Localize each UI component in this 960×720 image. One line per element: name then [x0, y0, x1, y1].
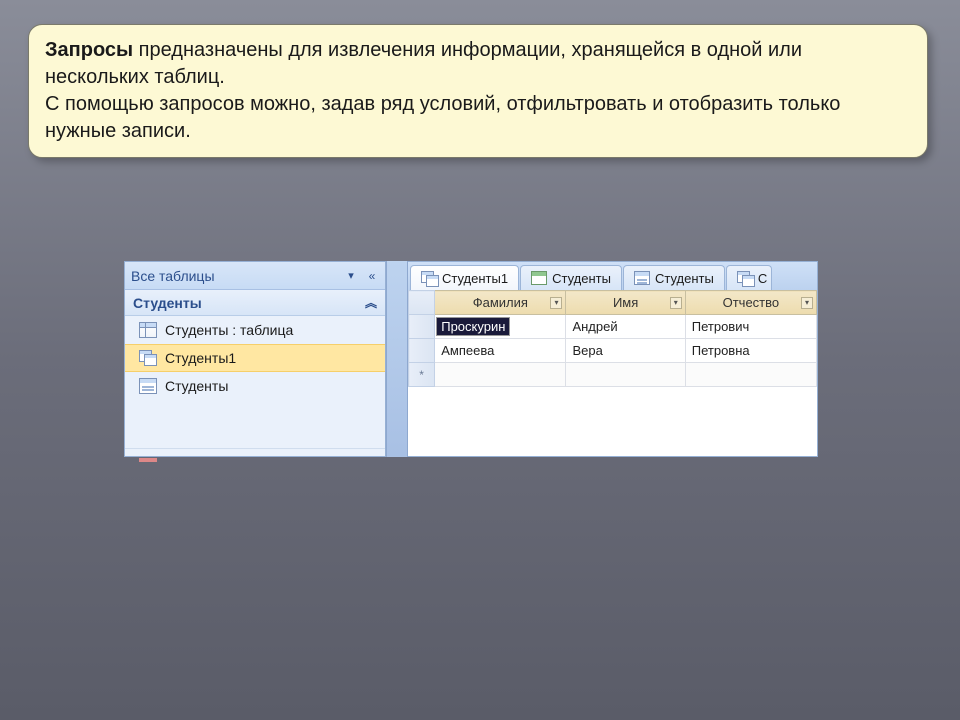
tab-students-form2[interactable]: Студенты	[623, 265, 725, 290]
form-green-icon	[531, 271, 547, 285]
column-label: Фамилия	[473, 295, 528, 310]
info-bold: Запросы	[45, 39, 133, 61]
cell-patronymic[interactable]: Петрович	[685, 315, 816, 339]
column-dropdown-icon[interactable]: ▾	[801, 297, 813, 309]
tab-label: Студенты	[552, 271, 611, 286]
info-text2: С помощью запросов можно, задав ряд усло…	[45, 93, 840, 142]
datasheet-area: Студенты1 Студенты Студенты С Фамилия	[408, 261, 818, 457]
row-selector[interactable]	[409, 315, 435, 339]
new-row-marker[interactable]: *	[409, 363, 435, 387]
query-icon	[421, 271, 437, 285]
cell-empty[interactable]	[566, 363, 685, 387]
column-dropdown-icon[interactable]: ▾	[670, 297, 682, 309]
table-new-row[interactable]: *	[409, 363, 817, 387]
navigation-pane: Все таблицы ▾ « Студенты ︽ Студенты : та…	[124, 261, 386, 457]
cell-lastname[interactable]: Проскурин	[435, 315, 566, 339]
query-icon	[737, 271, 753, 285]
column-header-lastname[interactable]: Фамилия ▾	[435, 291, 566, 315]
navpane-group[interactable]: Студенты ︽	[125, 290, 385, 316]
navpane-header[interactable]: Все таблицы ▾ «	[125, 262, 385, 290]
tab-students-form[interactable]: Студенты	[520, 265, 622, 290]
cell-empty[interactable]	[685, 363, 816, 387]
grid-corner[interactable]	[409, 291, 435, 315]
column-label: Имя	[613, 295, 638, 310]
navpane-dropdown-icon[interactable]: ▾	[343, 268, 359, 284]
datasheet-grid[interactable]: Фамилия ▾ Имя ▾ Отчество ▾ Проску	[408, 290, 817, 456]
column-label: Отчество	[723, 295, 780, 310]
navpane-empty	[125, 400, 385, 448]
grid-header-row: Фамилия ▾ Имя ▾ Отчество ▾	[409, 291, 817, 315]
tab-cutoff[interactable]: С	[726, 265, 772, 290]
navpane-group-label: Студенты	[133, 295, 365, 311]
cell-lastname[interactable]: Ампеева	[435, 339, 566, 363]
query-icon	[139, 350, 157, 366]
column-header-patronymic[interactable]: Отчество ▾	[685, 291, 816, 315]
access-window: Все таблицы ▾ « Студенты ︽ Студенты : та…	[124, 261, 818, 457]
table-row[interactable]: Проскурин Андрей Петрович	[409, 315, 817, 339]
info-text1: предназначены для извлечения информации,…	[45, 39, 802, 88]
grid-empty-area	[408, 387, 817, 427]
table-row[interactable]: Ампеева Вера Петровна	[409, 339, 817, 363]
document-tabs: Студенты1 Студенты Студенты С	[408, 262, 817, 290]
tab-label: Студенты	[655, 271, 714, 286]
navpane-item-label: Студенты1	[165, 350, 377, 366]
column-header-firstname[interactable]: Имя ▾	[566, 291, 685, 315]
navpane-collapse-icon[interactable]: «	[365, 268, 379, 284]
navpane-item-form[interactable]: Студенты	[125, 372, 385, 400]
splitter[interactable]	[386, 261, 408, 457]
tab-students1[interactable]: Студенты1	[410, 265, 519, 290]
cell-firstname[interactable]: Андрей	[566, 315, 685, 339]
row-selector[interactable]	[409, 339, 435, 363]
tab-label: Студенты1	[442, 271, 508, 286]
form-icon	[634, 271, 650, 285]
info-box: Запросы предназначены для извлечения инф…	[28, 24, 928, 158]
navpane-item-query[interactable]: Студенты1	[125, 344, 385, 372]
tab-label: С	[758, 271, 767, 286]
cell-value-selected: Проскурин	[436, 317, 510, 336]
navpane-item-table[interactable]: Студенты : таблица	[125, 316, 385, 344]
navpane-title: Все таблицы	[131, 268, 337, 284]
cell-empty[interactable]	[435, 363, 566, 387]
table-icon	[139, 322, 157, 338]
navpane-group-chevron-icon[interactable]: ︽	[365, 294, 377, 311]
column-dropdown-icon[interactable]: ▾	[550, 297, 562, 309]
navpane-item-label: Студенты : таблица	[165, 322, 377, 338]
cell-firstname[interactable]: Вера	[566, 339, 685, 363]
navpane-cutoff	[125, 448, 385, 456]
cell-patronymic[interactable]: Петровна	[685, 339, 816, 363]
navpane-item-label: Студенты	[165, 378, 377, 394]
form-icon	[139, 378, 157, 394]
